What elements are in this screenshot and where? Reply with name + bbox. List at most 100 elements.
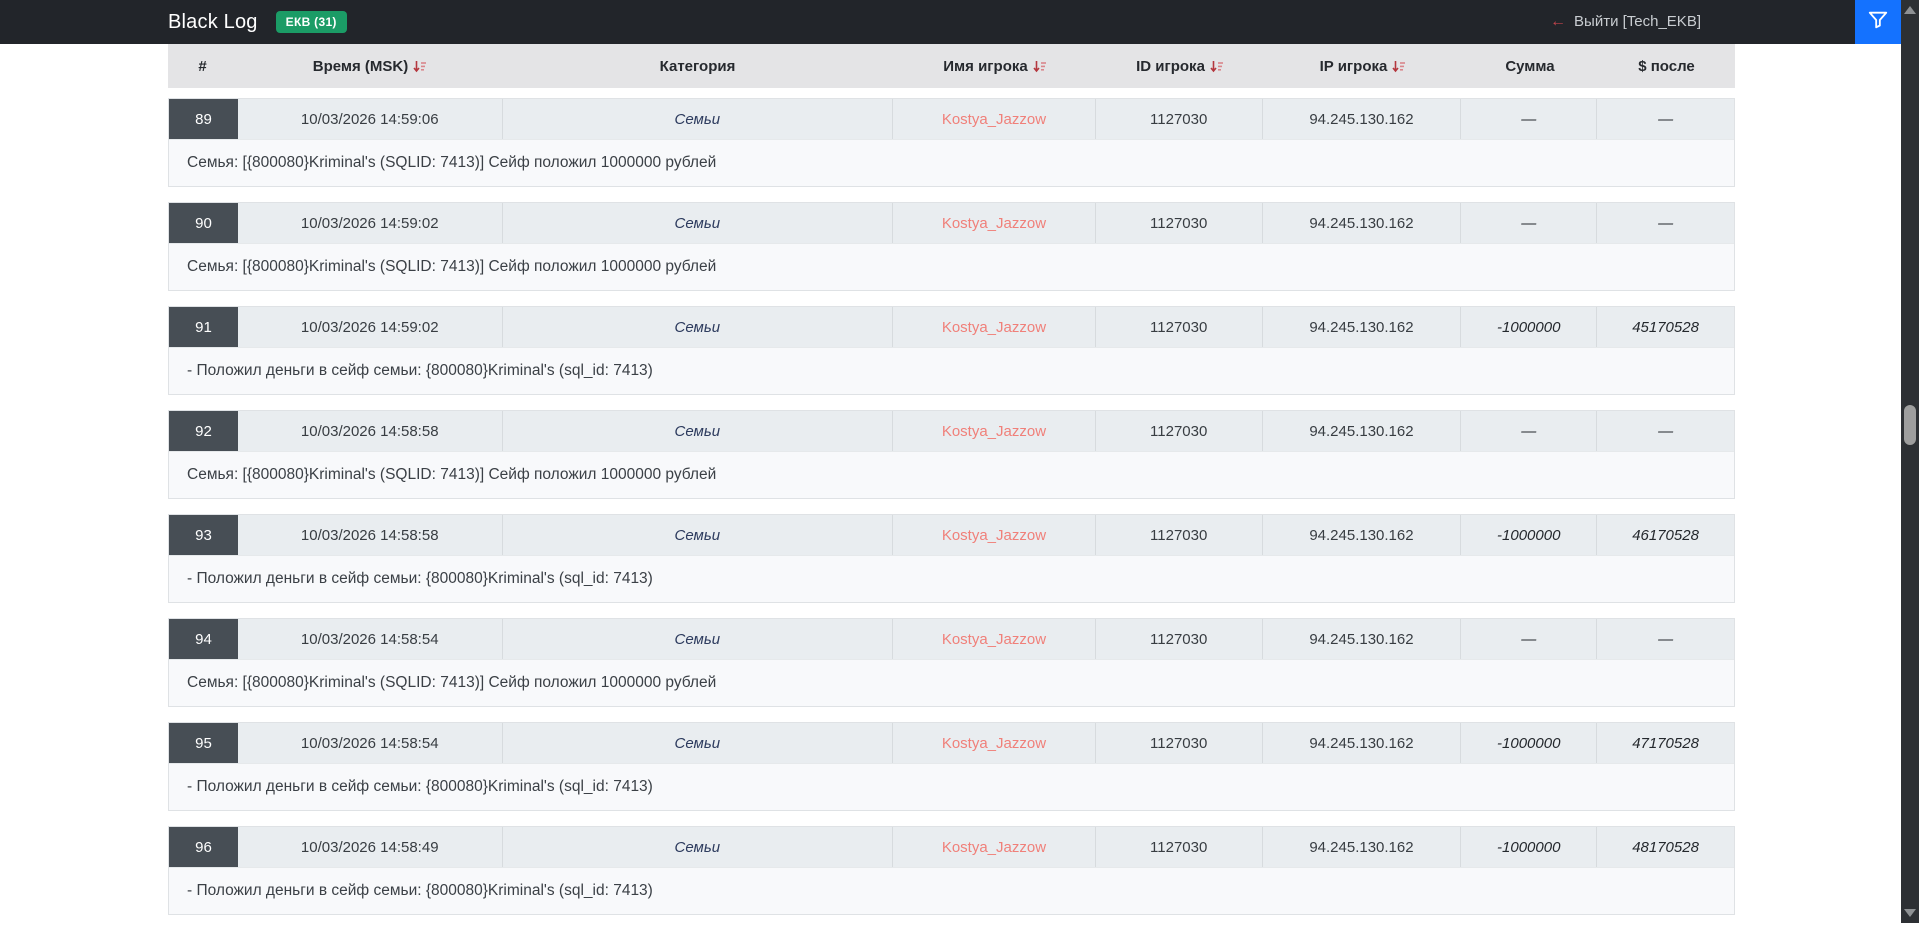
row-ip: 94.245.130.162 <box>1263 203 1462 243</box>
funnel-icon <box>1867 9 1889 36</box>
column-header-time[interactable]: Время (MSK) <box>237 44 502 88</box>
row-after: — <box>1658 214 1674 232</box>
row-ip: 94.245.130.162 <box>1263 99 1462 139</box>
row-sum: -1000000 <box>1461 723 1598 763</box>
column-header-ip[interactable]: IP игрока <box>1263 44 1462 88</box>
sort-descending-icon[interactable] <box>413 60 427 73</box>
sort-descending-icon[interactable] <box>1392 60 1406 73</box>
column-header-player-id[interactable]: ID игрока <box>1096 44 1263 88</box>
log-entry: 91 10/03/2026 14:59:02 Семьи Kostya_Jazz… <box>168 306 1735 395</box>
row-after: — <box>1658 110 1674 128</box>
row-player-id: 1127030 <box>1096 723 1263 763</box>
logout-link[interactable]: ← Выйти [Tech_EKB] <box>1550 13 1701 31</box>
log-entry: 93 10/03/2026 14:58:58 Семьи Kostya_Jazz… <box>168 514 1735 603</box>
filter-button[interactable] <box>1855 0 1901 44</box>
row-number: 93 <box>169 515 238 555</box>
region-badge: ЕКВ (31) <box>275 11 347 33</box>
row-player-id: 1127030 <box>1096 515 1263 555</box>
row-player-id: 1127030 <box>1096 411 1263 451</box>
log-entries: 89 10/03/2026 14:59:06 Семьи Kostya_Jazz… <box>168 98 1735 915</box>
log-entry: 92 10/03/2026 14:58:58 Семьи Kostya_Jazz… <box>168 410 1735 499</box>
row-after: 47170528 <box>1632 734 1699 752</box>
log-entry-main-row: 92 10/03/2026 14:58:58 Семьи Kostya_Jazz… <box>169 411 1734 451</box>
row-player-id: 1127030 <box>1096 827 1263 867</box>
log-entry: 95 10/03/2026 14:58:54 Семьи Kostya_Jazz… <box>168 722 1735 811</box>
log-entry-message: Семья: [{800080}Kriminal's (SQLID: 7413)… <box>169 659 1734 706</box>
log-entry-main-row: 96 10/03/2026 14:58:49 Семьи Kostya_Jazz… <box>169 827 1734 867</box>
row-ip: 94.245.130.162 <box>1263 307 1462 347</box>
log-entry-message: - Положил деньги в сейф семьи: {800080}K… <box>169 763 1734 810</box>
log-entry-main-row: 94 10/03/2026 14:58:54 Семьи Kostya_Jazz… <box>169 619 1734 659</box>
row-sum: -1000000 <box>1461 515 1598 555</box>
column-header-category: Категория <box>659 57 736 75</box>
row-ip: 94.245.130.162 <box>1263 619 1462 659</box>
triangle-up-icon[interactable] <box>1904 6 1916 14</box>
row-category: Семьи <box>503 515 894 555</box>
row-player-name[interactable]: Kostya_Jazzow <box>893 723 1096 763</box>
row-category: Семьи <box>503 411 894 451</box>
log-entry-message: - Положил деньги в сейф семьи: {800080}K… <box>169 555 1734 602</box>
row-number: 94 <box>169 619 238 659</box>
row-after: 48170528 <box>1632 838 1699 856</box>
row-after: — <box>1658 422 1674 440</box>
column-header-sum: Сумма <box>1505 57 1555 75</box>
log-entry-message: - Положил деньги в сейф семьи: {800080}K… <box>169 867 1734 914</box>
log-entry-main-row: 90 10/03/2026 14:59:02 Семьи Kostya_Jazz… <box>169 203 1734 243</box>
row-sum: — <box>1461 203 1598 243</box>
log-entry: 89 10/03/2026 14:59:06 Семьи Kostya_Jazz… <box>168 98 1735 187</box>
row-after: 46170528 <box>1632 526 1699 544</box>
scrollbar-thumb[interactable] <box>1904 405 1916 445</box>
row-player-name[interactable]: Kostya_Jazzow <box>893 307 1096 347</box>
sort-descending-icon[interactable] <box>1210 60 1223 73</box>
row-category: Семьи <box>503 723 894 763</box>
row-number: 95 <box>169 723 238 763</box>
row-sum: — <box>1461 411 1598 451</box>
log-entry-main-row: 95 10/03/2026 14:58:54 Семьи Kostya_Jazz… <box>169 723 1734 763</box>
row-player-id: 1127030 <box>1096 203 1263 243</box>
row-player-id: 1127030 <box>1096 619 1263 659</box>
row-time: 10/03/2026 14:59:06 <box>238 99 503 139</box>
row-number: 92 <box>169 411 238 451</box>
log-entry: 90 10/03/2026 14:59:02 Семьи Kostya_Jazz… <box>168 202 1735 291</box>
row-category: Семьи <box>503 307 894 347</box>
triangle-down-icon[interactable] <box>1904 909 1916 917</box>
row-player-id: 1127030 <box>1096 99 1263 139</box>
row-player-name[interactable]: Kostya_Jazzow <box>893 203 1096 243</box>
log-entry-main-row: 93 10/03/2026 14:58:58 Семьи Kostya_Jazz… <box>169 515 1734 555</box>
table-header-row: # Время (MSK) Категория Имя игрока ID иг… <box>168 44 1735 88</box>
vertical-scrollbar[interactable] <box>1901 0 1919 923</box>
sort-descending-icon[interactable] <box>1033 60 1046 73</box>
column-header-player-name[interactable]: Имя игрока <box>893 44 1096 88</box>
row-category: Семьи <box>503 99 894 139</box>
row-time: 10/03/2026 14:58:49 <box>238 827 503 867</box>
row-player-name[interactable]: Kostya_Jazzow <box>893 515 1096 555</box>
row-number: 91 <box>169 307 238 347</box>
row-player-name[interactable]: Kostya_Jazzow <box>893 619 1096 659</box>
row-ip: 94.245.130.162 <box>1263 515 1462 555</box>
row-category: Семьи <box>503 619 894 659</box>
row-sum: — <box>1461 99 1598 139</box>
row-number: 90 <box>169 203 238 243</box>
log-entry-message: Семья: [{800080}Kriminal's (SQLID: 7413)… <box>169 139 1734 186</box>
row-time: 10/03/2026 14:58:54 <box>238 723 503 763</box>
page-title: Black Log <box>168 10 258 33</box>
row-player-name[interactable]: Kostya_Jazzow <box>893 411 1096 451</box>
top-bar: Black Log ЕКВ (31) ← Выйти [Tech_EKB] <box>0 0 1901 44</box>
row-time: 10/03/2026 14:58:58 <box>238 515 503 555</box>
row-number: 89 <box>169 99 238 139</box>
row-time: 10/03/2026 14:59:02 <box>238 307 503 347</box>
log-entry-main-row: 89 10/03/2026 14:59:06 Семьи Kostya_Jazz… <box>169 99 1734 139</box>
row-time: 10/03/2026 14:58:54 <box>238 619 503 659</box>
log-entry: 94 10/03/2026 14:58:54 Семьи Kostya_Jazz… <box>168 618 1735 707</box>
row-category: Семьи <box>503 203 894 243</box>
row-sum: — <box>1461 619 1598 659</box>
log-entry-message: - Положил деньги в сейф семьи: {800080}K… <box>169 347 1734 394</box>
row-number: 96 <box>169 827 238 867</box>
log-entry-message: Семья: [{800080}Kriminal's (SQLID: 7413)… <box>169 451 1734 498</box>
row-player-name[interactable]: Kostya_Jazzow <box>893 99 1096 139</box>
column-header-number: # <box>198 57 207 75</box>
row-ip: 94.245.130.162 <box>1263 827 1462 867</box>
row-time: 10/03/2026 14:58:58 <box>238 411 503 451</box>
row-player-name[interactable]: Kostya_Jazzow <box>893 827 1096 867</box>
log-entry: 96 10/03/2026 14:58:49 Семьи Kostya_Jazz… <box>168 826 1735 915</box>
